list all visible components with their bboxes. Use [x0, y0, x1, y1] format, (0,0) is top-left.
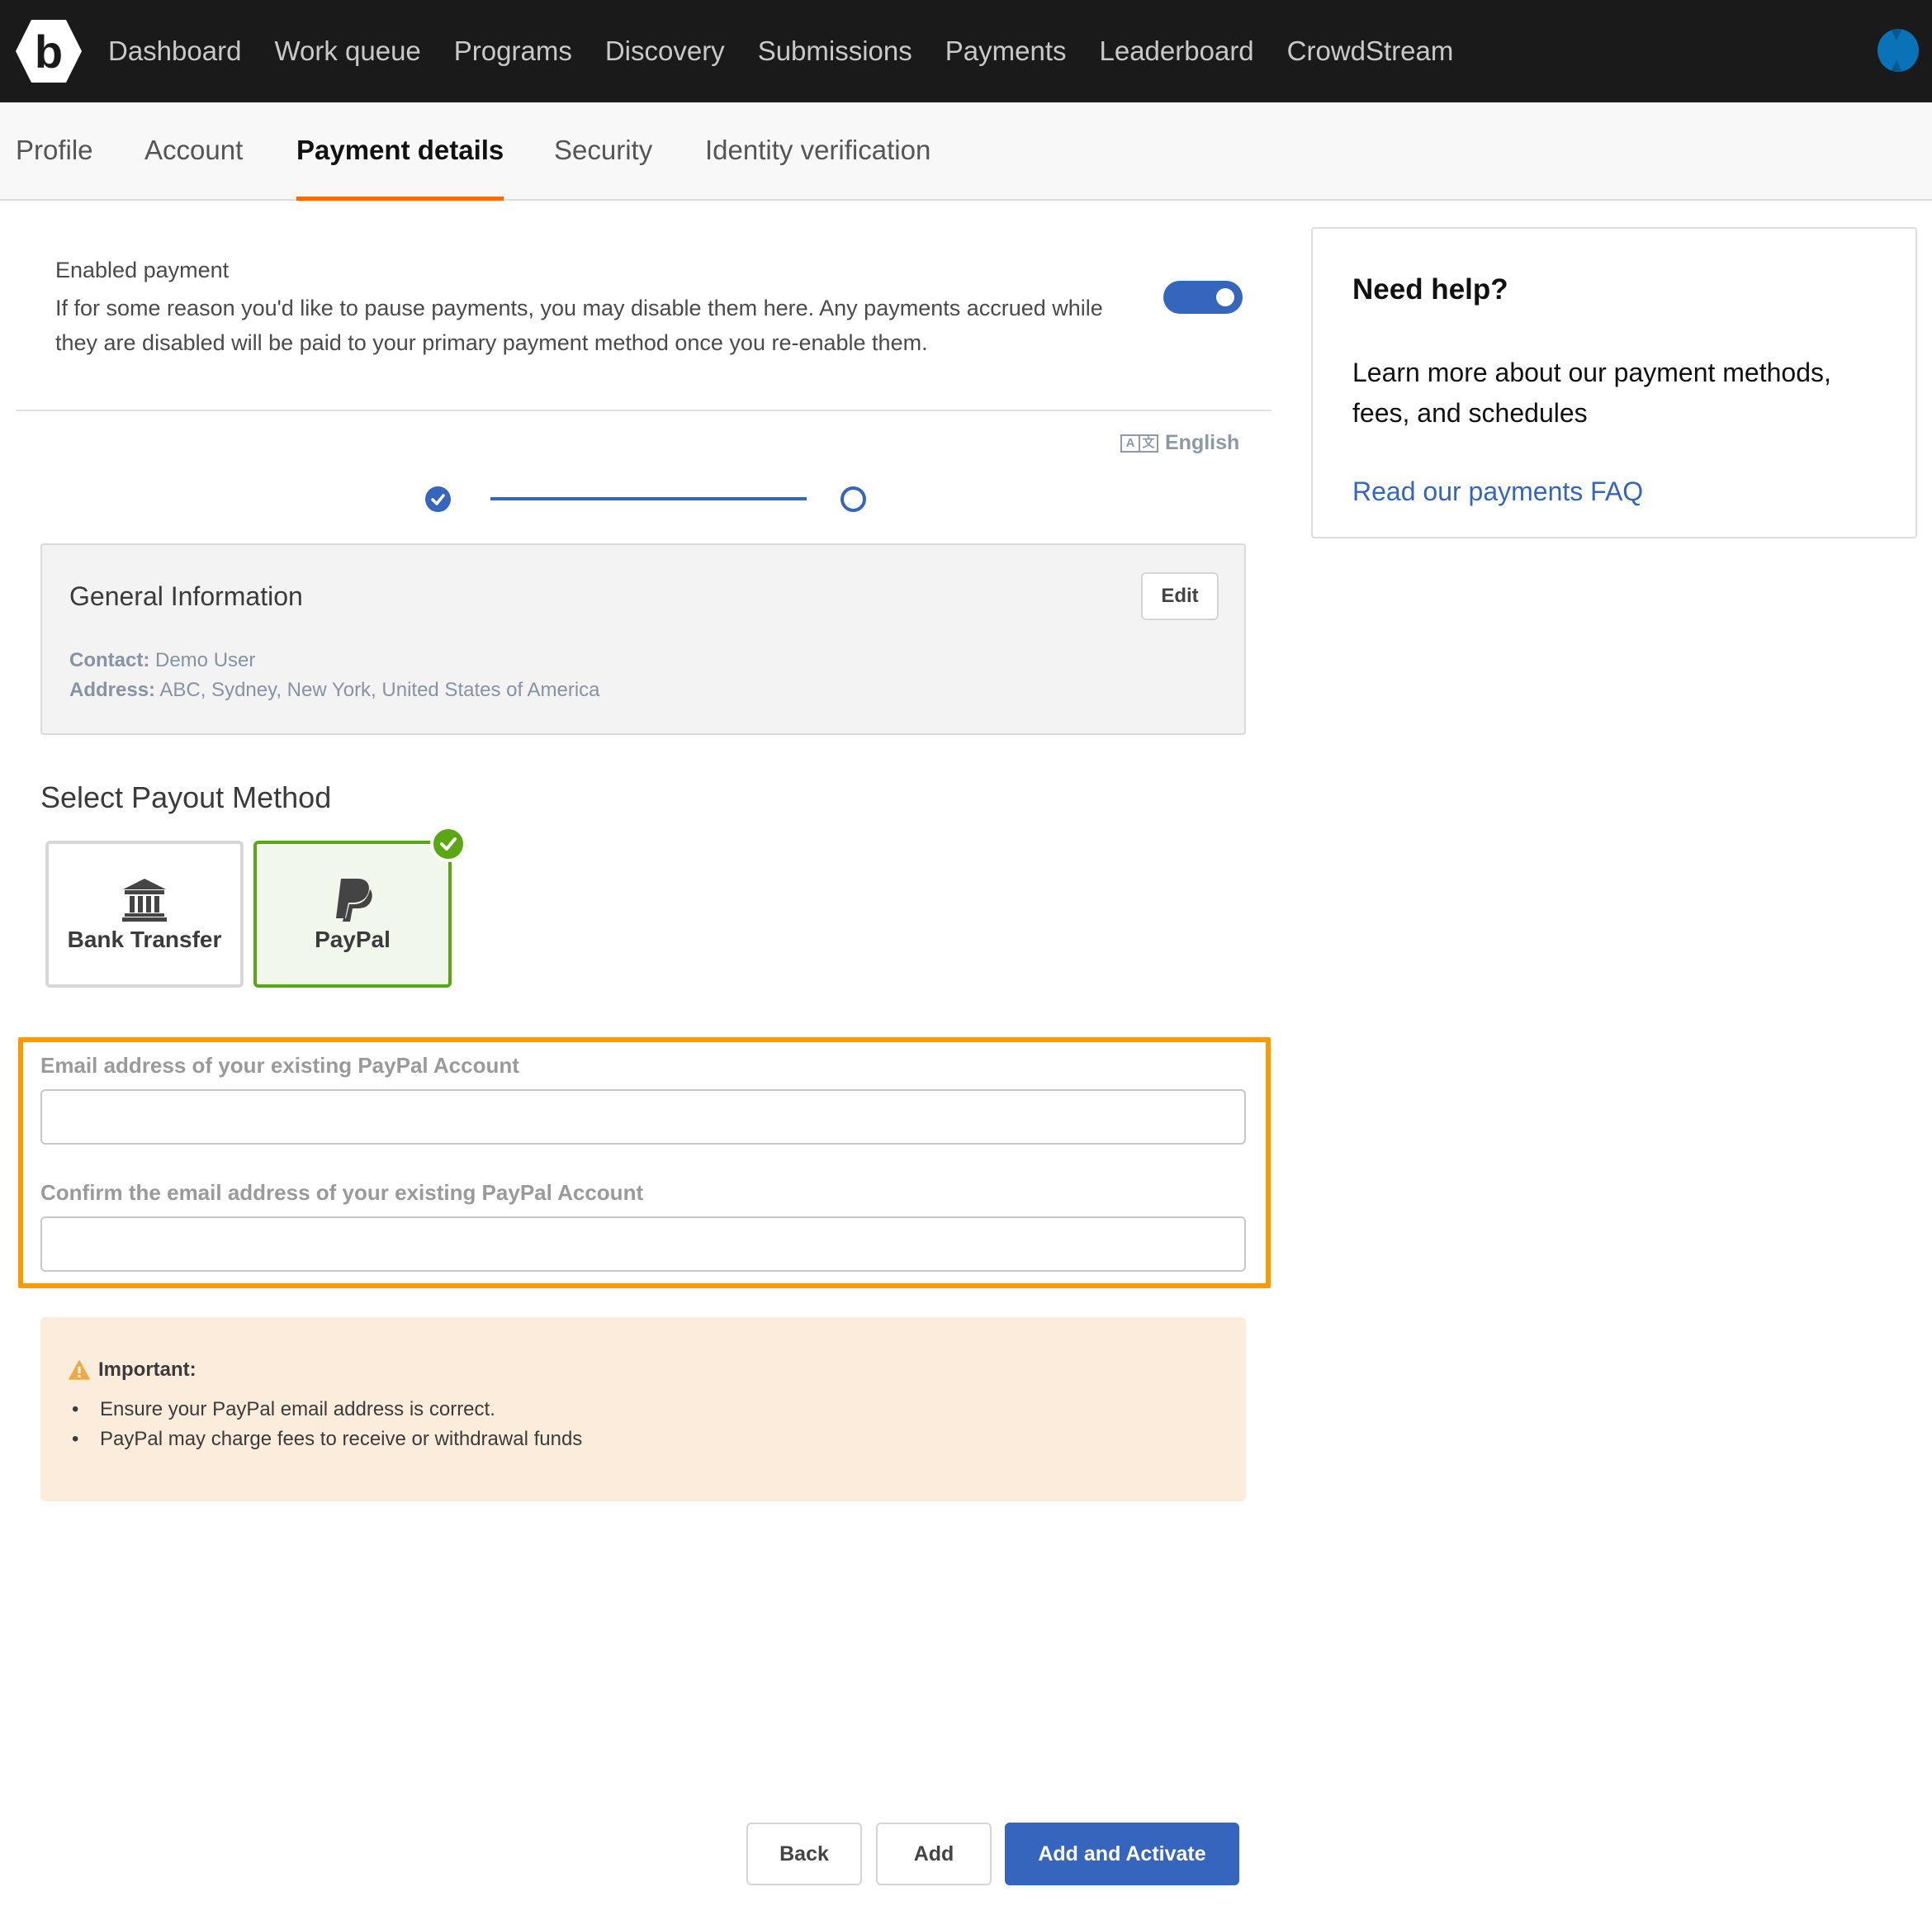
address-label: Address: — [69, 679, 156, 701]
paypal-email-input[interactable] — [40, 1089, 1246, 1145]
help-card: Need help? Learn more about our payment … — [1311, 227, 1917, 538]
payout-method-heading: Select Payout Method — [40, 780, 332, 814]
important-list: Ensure your PayPal email address is corr… — [69, 1395, 582, 1454]
paypal-icon — [336, 879, 372, 922]
section-divider — [16, 410, 1271, 411]
important-item: PayPal may charge fees to receive or wit… — [69, 1425, 582, 1454]
tab-security[interactable]: Security — [554, 102, 652, 199]
selected-check-icon — [430, 826, 466, 862]
user-avatar[interactable] — [1878, 29, 1919, 72]
main-nav: Dashboard Work queue Programs Discovery … — [108, 0, 1486, 102]
address-line: Address: ABC, Sydney, New York, United S… — [69, 679, 600, 702]
bank-icon — [122, 879, 167, 922]
enabled-payment-toggle[interactable] — [1163, 281, 1243, 314]
translate-icon-right: 文 — [1139, 435, 1157, 451]
step-2-current-icon — [841, 486, 866, 512]
payments-faq-link[interactable]: Read our payments FAQ — [1352, 476, 1643, 507]
paypal-email-label: Email address of your existing PayPal Ac… — [40, 1053, 519, 1078]
nav-crowdstream[interactable]: CrowdStream — [1287, 36, 1454, 67]
back-button[interactable]: Back — [746, 1823, 862, 1885]
settings-tabs: Profile Account Payment details Security… — [0, 102, 1932, 201]
top-navigation: b Dashboard Work queue Programs Discover… — [0, 0, 1932, 102]
important-title: Important: — [69, 1358, 197, 1382]
paypal-confirm-email-input[interactable] — [40, 1216, 1246, 1272]
help-text: Learn more about our payment methods, fe… — [1352, 358, 1831, 428]
stepper-connector — [490, 497, 807, 500]
important-notice: Important: Ensure your PayPal email addr… — [40, 1317, 1246, 1501]
step-1-complete-icon — [425, 486, 451, 512]
add-button[interactable]: Add — [876, 1823, 992, 1885]
bank-transfer-option[interactable]: Bank Transfer — [45, 841, 244, 988]
important-item: Ensure your PayPal email address is corr… — [69, 1395, 582, 1425]
language-label: English — [1165, 431, 1240, 454]
tab-profile[interactable]: Profile — [16, 102, 93, 199]
edit-button[interactable]: Edit — [1141, 572, 1219, 620]
check-icon — [431, 494, 445, 505]
nav-leaderboard[interactable]: Leaderboard — [1100, 36, 1254, 67]
bank-transfer-label: Bank Transfer — [67, 927, 222, 952]
avatar-pattern-top — [1889, 29, 1904, 40]
paypal-option[interactable]: PayPal — [253, 826, 466, 988]
tab-payment-details[interactable]: Payment details — [296, 102, 504, 201]
translate-icon: A 文 — [1120, 434, 1158, 453]
general-information-card: General Information Edit Contact: Demo U… — [40, 543, 1246, 735]
nav-programs[interactable]: Programs — [454, 36, 572, 67]
tab-identity-verification[interactable]: Identity verification — [705, 102, 930, 199]
warning-icon — [69, 1360, 90, 1380]
enabled-payment-description: If for some reason you'd like to pause p… — [55, 296, 1103, 355]
nav-work-queue[interactable]: Work queue — [274, 36, 420, 67]
enabled-payment-title: Enabled payment — [55, 258, 230, 282]
nav-dashboard[interactable]: Dashboard — [108, 36, 241, 67]
important-title-text: Important: — [98, 1358, 197, 1381]
avatar-pattern-bottom — [1889, 60, 1904, 72]
contact-label: Contact: — [69, 649, 150, 671]
tab-account[interactable]: Account — [144, 102, 243, 199]
toggle-knob — [1216, 288, 1234, 306]
contact-line: Contact: Demo User — [69, 649, 255, 672]
translate-icon-left: A — [1125, 435, 1135, 450]
help-title: Need help? — [1352, 273, 1508, 306]
nav-submissions[interactable]: Submissions — [758, 36, 912, 67]
language-selector[interactable]: A 文 English — [1120, 431, 1239, 455]
general-information-title: General Information — [69, 581, 303, 611]
nav-payments[interactable]: Payments — [945, 36, 1067, 67]
contact-value: Demo User — [155, 649, 256, 671]
paypal-confirm-email-label: Confirm the email address of your existi… — [40, 1180, 644, 1205]
add-and-activate-button[interactable]: Add and Activate — [1005, 1823, 1239, 1885]
paypal-label: PayPal — [315, 927, 391, 952]
nav-discovery[interactable]: Discovery — [605, 36, 725, 67]
bugcrowd-logo-icon[interactable]: b — [15, 18, 83, 84]
svg-text:b: b — [35, 26, 63, 78]
address-value: ABC, Sydney, New York, United States of … — [159, 679, 600, 701]
